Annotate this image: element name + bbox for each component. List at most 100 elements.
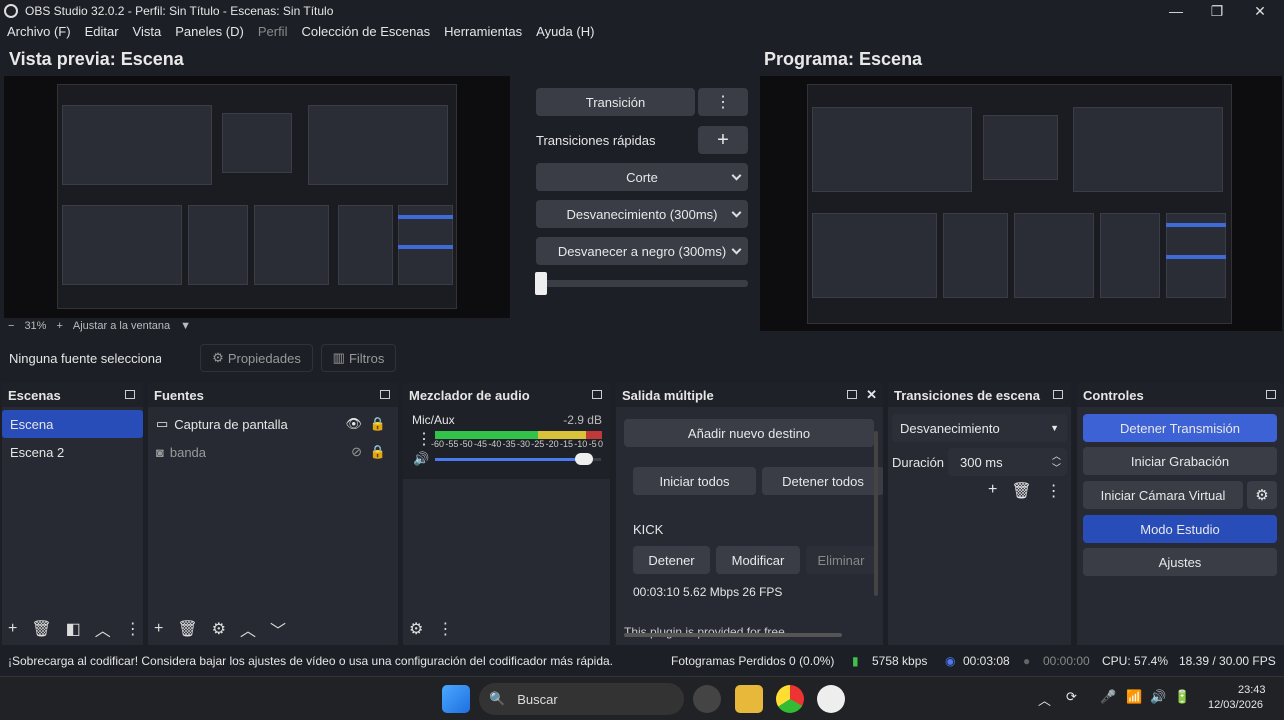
menu-editar[interactable]: Editar xyxy=(78,24,126,44)
advanced-audio-icon[interactable]: ⚙ xyxy=(409,619,423,639)
chevron-up-icon[interactable]: ︿ xyxy=(1038,690,1051,709)
transition-slider-handle[interactable] xyxy=(535,272,547,295)
lock-icon[interactable]: 🔒 xyxy=(370,416,386,432)
menu-perfil[interactable]: Perfil xyxy=(251,24,295,44)
add-destination-button[interactable]: Añadir nuevo destino xyxy=(624,419,874,447)
battery-icon[interactable]: 🔋 xyxy=(1174,689,1190,705)
start-virtual-camera-button[interactable]: Iniciar Cámara Virtual xyxy=(1083,481,1243,509)
stop-destination-button[interactable]: Detener xyxy=(633,546,710,574)
menu-paneles[interactable]: Paneles (D) xyxy=(168,24,251,44)
menu-coleccion[interactable]: Colección de Escenas xyxy=(294,24,437,44)
gear-icon[interactable]: ⚙ xyxy=(1247,481,1277,509)
fit-window-select[interactable]: Ajustar a la ventana xyxy=(73,320,170,332)
maximize-button[interactable]: ❐ xyxy=(1197,0,1237,22)
undock-icon[interactable] xyxy=(592,390,602,399)
windows-start-icon[interactable] xyxy=(442,685,470,713)
zoom-out-button[interactable]: − xyxy=(8,320,14,332)
undock-icon[interactable] xyxy=(847,390,857,399)
controls-title: Controles xyxy=(1083,387,1144,403)
more-icon[interactable]: ⋮ xyxy=(416,429,432,449)
quick-transition-corte[interactable]: Corte xyxy=(536,163,748,191)
undock-icon[interactable] xyxy=(1266,390,1276,399)
settings-button[interactable]: Ajustes xyxy=(1083,548,1277,576)
vertical-scrollbar[interactable] xyxy=(874,431,878,596)
close-button[interactable]: ✕ xyxy=(1240,0,1280,22)
menu-vista[interactable]: Vista xyxy=(126,24,169,44)
menu-ayuda[interactable]: Ayuda (H) xyxy=(529,24,601,44)
stream-icon: ◉ xyxy=(945,654,956,668)
transition-type-select[interactable]: Desvanecimiento ▼ xyxy=(892,414,1067,442)
chevron-down-icon[interactable]: ﹀ xyxy=(270,617,286,641)
add-quick-transition-icon[interactable]: + xyxy=(698,126,748,154)
wifi-icon[interactable]: 📶 xyxy=(1126,689,1142,705)
transition-menu-icon[interactable]: ⋮ xyxy=(698,88,748,116)
add-icon[interactable]: + xyxy=(154,620,163,638)
clock-time[interactable]: 23:43 xyxy=(1238,684,1266,696)
clock-date[interactable]: 12/03/2026 xyxy=(1208,699,1263,711)
app-icon[interactable] xyxy=(817,685,845,713)
studio-mode-button[interactable]: Modo Estudio xyxy=(1083,515,1277,543)
trash-icon[interactable]: 🗑 xyxy=(177,619,197,639)
spin-arrows-icon[interactable]: ︿ ﹀ xyxy=(1052,450,1061,474)
quick-transition-fade-black[interactable]: Desvanecer a negro (300ms) xyxy=(536,237,748,265)
volume-knob[interactable] xyxy=(575,453,594,465)
properties-button[interactable]: ⚙ Propiedades xyxy=(200,344,313,372)
undock-icon[interactable] xyxy=(125,390,135,399)
lock-icon[interactable]: 🔒 xyxy=(370,444,386,460)
undock-icon[interactable] xyxy=(1053,390,1063,399)
taskbar-search[interactable]: 🔍 Buscar xyxy=(479,683,684,715)
sources-dock: Fuentes ▭ Captura de pantalla 👁 🔒 ◙ banda ⊘ 🔒 … xyxy=(148,383,398,645)
chevron-up-icon[interactable]: ︿ xyxy=(95,617,111,641)
chevron-up-icon[interactable]: ︿ xyxy=(240,617,256,641)
horizontal-scrollbar[interactable] xyxy=(624,633,842,637)
close-icon[interactable]: ✕ xyxy=(866,387,877,403)
duration-spinbox[interactable]: 300 ms ︿ ﹀ xyxy=(948,448,1067,476)
start-recording-button[interactable]: Iniciar Grabación xyxy=(1083,447,1277,475)
transition-button[interactable]: Transición xyxy=(536,88,695,116)
file-explorer-icon[interactable] xyxy=(735,685,763,713)
trash-icon[interactable]: 🗑 xyxy=(31,619,51,639)
stop-all-button[interactable]: Detener todos xyxy=(762,467,883,495)
chevron-down-icon[interactable]: ▼ xyxy=(180,320,191,332)
remove-destination-button[interactable]: Eliminar xyxy=(806,546,876,574)
speaker-icon[interactable]: 🔊 xyxy=(413,451,429,467)
microphone-icon[interactable]: 🎤 xyxy=(1100,689,1116,705)
quick-transitions-label: Transiciones rápidas xyxy=(536,133,656,148)
source-item[interactable]: ◙ banda ⊘ 🔒 xyxy=(148,438,398,466)
eye-hidden-icon[interactable]: ⊘ xyxy=(351,444,362,460)
chevron-down-icon xyxy=(731,244,742,255)
gear-icon[interactable]: ⚙ xyxy=(212,619,226,639)
quick-transition-label: Desvanecimiento (300ms) xyxy=(566,206,718,222)
filters-button[interactable]: ▥ Filtros xyxy=(321,344,396,372)
meter-yellow xyxy=(538,431,586,439)
menu-archivo[interactable]: Archivo (F) xyxy=(0,24,78,44)
scene-item[interactable]: Escena xyxy=(2,410,143,438)
scene-transitions-header: Transiciones de escena xyxy=(888,383,1071,407)
more-icon[interactable]: ⋮ xyxy=(437,619,453,639)
scenes-title: Escenas xyxy=(8,387,61,403)
zoom-in-button[interactable]: + xyxy=(56,320,62,332)
source-item[interactable]: ▭ Captura de pantalla 👁 🔒 xyxy=(148,410,398,438)
menu-herramientas[interactable]: Herramientas xyxy=(437,24,529,44)
add-icon[interactable]: + xyxy=(8,620,17,638)
filter-icon[interactable]: ◧ xyxy=(66,619,81,639)
modify-destination-button[interactable]: Modificar xyxy=(716,546,800,574)
more-icon[interactable]: ⋮ xyxy=(1046,481,1062,501)
minimize-button[interactable]: — xyxy=(1156,0,1196,22)
volume-icon[interactable]: 🔊 xyxy=(1150,689,1166,705)
add-icon[interactable]: + xyxy=(988,481,997,501)
volume-fill xyxy=(435,458,585,461)
quick-transition-fade[interactable]: Desvanecimiento (300ms) xyxy=(536,200,748,228)
chrome-icon[interactable] xyxy=(776,685,804,713)
transition-slider-track[interactable] xyxy=(536,280,748,287)
obs-taskbar-icon[interactable] xyxy=(693,685,721,713)
stop-stream-button[interactable]: Detener Transmisión xyxy=(1083,414,1277,442)
eye-icon[interactable]: 👁 xyxy=(345,416,362,432)
scene-item[interactable]: Escena 2 xyxy=(2,438,143,466)
more-icon[interactable]: ⋮ xyxy=(125,619,141,639)
start-all-button[interactable]: Iniciar todos xyxy=(633,467,756,495)
preview-canvas[interactable] xyxy=(4,76,510,318)
sync-icon[interactable]: ⟳ xyxy=(1066,689,1077,705)
undock-icon[interactable] xyxy=(380,390,390,399)
trash-icon[interactable]: 🗑 xyxy=(1011,481,1031,501)
